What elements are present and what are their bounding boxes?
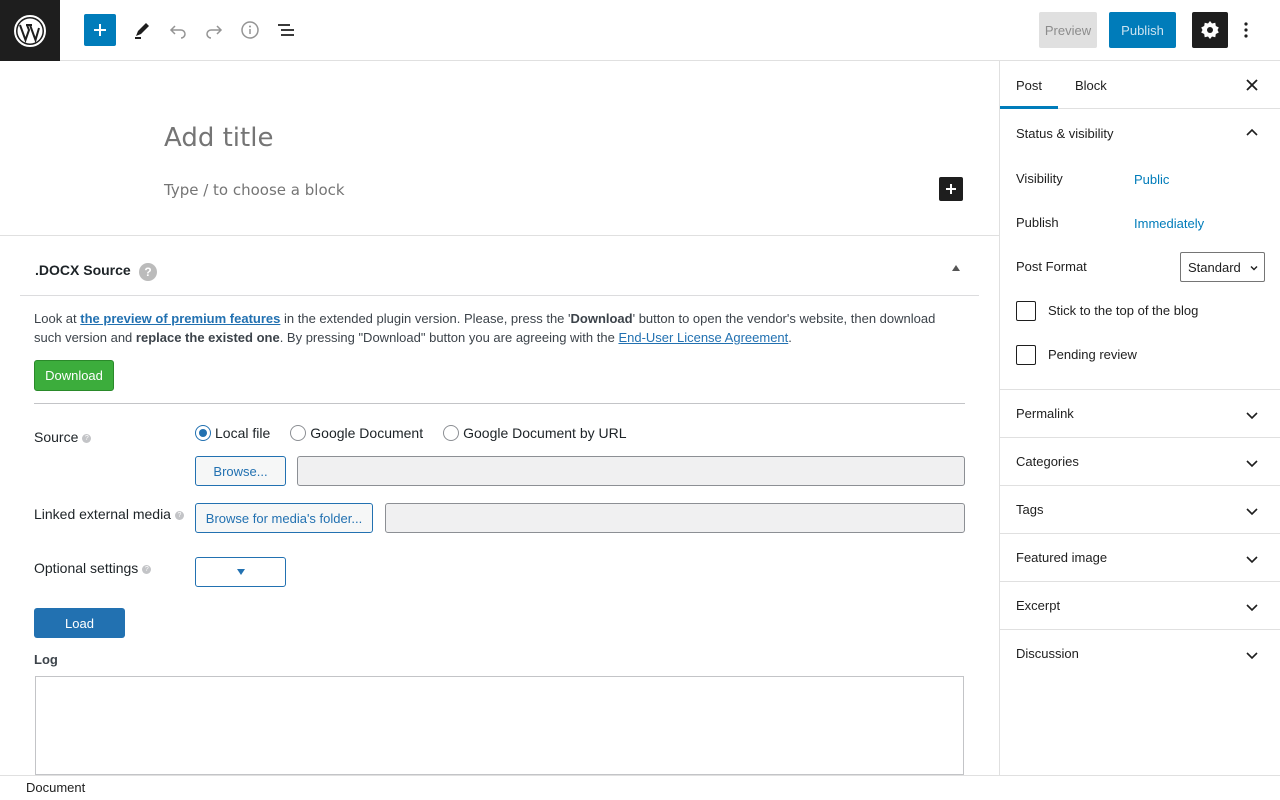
visibility-label: Visibility — [1016, 171, 1063, 186]
chevron-down-icon[interactable] — [1244, 647, 1260, 663]
editor-canvas: Add title Type / to choose a block .DOCX… — [0, 61, 999, 775]
plus-icon — [94, 24, 106, 36]
premium-features-link[interactable]: the preview of premium features — [80, 311, 280, 326]
gear-icon — [1201, 21, 1219, 39]
panel-discussion[interactable]: Discussion — [1000, 629, 1280, 677]
chevron-down-icon[interactable] — [1244, 551, 1260, 567]
post-format-select[interactable]: Standard — [1180, 252, 1265, 282]
undo-button[interactable] — [162, 14, 194, 46]
panel-permalink[interactable]: Permalink — [1000, 389, 1280, 437]
publish-label: Publish — [1016, 215, 1059, 230]
load-button[interactable]: Load — [34, 608, 125, 638]
sticky-label: Stick to the top of the blog — [1048, 303, 1199, 318]
redo-button[interactable] — [198, 14, 230, 46]
log-textarea[interactable] — [35, 676, 964, 775]
add-block-button[interactable] — [84, 14, 116, 46]
chevron-down-icon[interactable] — [1244, 455, 1260, 471]
block-appender[interactable]: Type / to choose a block — [164, 181, 345, 199]
metabox-header-divider — [20, 295, 979, 296]
plus-icon — [946, 184, 956, 194]
editor-header: Preview Publish — [0, 0, 1280, 61]
chevron-down-icon[interactable] — [1244, 503, 1260, 519]
file-path-field[interactable] — [297, 456, 965, 486]
post-format-label: Post Format — [1016, 259, 1087, 274]
help-icon[interactable]: ? — [139, 263, 157, 281]
inline-add-block-button[interactable] — [939, 177, 963, 201]
list-view-button[interactable] — [270, 14, 302, 46]
download-button[interactable]: Download — [34, 360, 114, 391]
info-icon — [241, 21, 259, 39]
help-icon: ? — [174, 510, 184, 520]
source-option-local-file[interactable]: Local file — [195, 425, 270, 441]
pending-review-checkbox[interactable] — [1016, 345, 1036, 365]
log-label: Log — [34, 652, 58, 667]
eula-link[interactable]: End-User License Agreement — [618, 330, 788, 345]
visibility-value-link[interactable]: Public — [1134, 172, 1169, 187]
source-option-google-document[interactable]: Google Document — [290, 425, 423, 441]
settings-button[interactable] — [1192, 12, 1228, 48]
panel-featured-image[interactable]: Featured image — [1000, 533, 1280, 581]
more-options-button[interactable] — [1236, 14, 1256, 46]
tab-post[interactable]: Post — [1000, 61, 1058, 109]
settings-sidebar: Post Block Status & visibility Visibilit… — [999, 61, 1280, 775]
sticky-checkbox[interactable] — [1016, 301, 1036, 321]
media-folder-field[interactable] — [385, 503, 965, 533]
more-vertical-icon — [1244, 22, 1248, 38]
chevron-down-icon[interactable] — [1244, 407, 1260, 423]
publish-date-link[interactable]: Immediately — [1134, 216, 1204, 231]
chevron-down-icon[interactable] — [1244, 599, 1260, 615]
radio-button[interactable] — [443, 425, 460, 441]
help-icon: ? — [142, 564, 152, 574]
preview-button[interactable]: Preview — [1039, 12, 1097, 48]
caret-down-icon — [236, 569, 245, 575]
metabox-title: .DOCX Source — [35, 262, 131, 278]
breadcrumb[interactable]: Document — [26, 780, 85, 795]
details-button[interactable] — [234, 14, 266, 46]
panel-tags[interactable]: Tags — [1000, 485, 1280, 533]
pending-review-label: Pending review — [1048, 347, 1137, 362]
post-title-input[interactable]: Add title — [164, 123, 273, 153]
notice-divider — [34, 403, 965, 404]
chevron-up-icon[interactable] — [1244, 125, 1260, 141]
redo-icon — [206, 25, 223, 39]
editor-footer: Document — [0, 775, 1280, 800]
close-sidebar-button[interactable] — [1240, 73, 1264, 97]
close-icon — [1246, 79, 1258, 91]
publish-button[interactable]: Publish — [1109, 12, 1176, 48]
help-icon: ? — [82, 433, 92, 443]
chevron-down-icon — [1250, 266, 1258, 271]
source-radio-group: Local file Google Document Google Docume… — [195, 425, 647, 441]
optional-settings-dropdown[interactable] — [195, 557, 286, 587]
pencil-icon — [135, 23, 149, 39]
linked-media-label: Linked external media? — [34, 506, 184, 522]
panel-excerpt[interactable]: Excerpt — [1000, 581, 1280, 629]
optional-settings-label: Optional settings? — [34, 560, 152, 576]
tab-block[interactable]: Block — [1059, 61, 1123, 109]
source-label: Source? — [34, 429, 92, 445]
panel-categories[interactable]: Categories — [1000, 437, 1280, 485]
premium-notice: Look at the preview of premium features … — [34, 311, 936, 345]
collapse-arrow-icon[interactable] — [952, 265, 960, 271]
radio-button[interactable] — [290, 425, 307, 441]
list-view-icon — [278, 24, 294, 36]
metabox-divider — [0, 235, 999, 236]
radio-button[interactable] — [195, 425, 211, 441]
browse-button[interactable]: Browse... — [195, 456, 286, 486]
sidebar-tabs: Post Block — [1000, 61, 1280, 109]
tools-button[interactable] — [126, 14, 158, 46]
source-option-google-document-url[interactable]: Google Document by URL — [443, 425, 627, 441]
browse-media-folder-button[interactable]: Browse for media's folder... — [195, 503, 373, 533]
panel-status-visibility[interactable]: Status & visibility — [1000, 109, 1280, 157]
undo-icon — [169, 25, 186, 39]
wordpress-logo-icon[interactable] — [0, 0, 60, 61]
